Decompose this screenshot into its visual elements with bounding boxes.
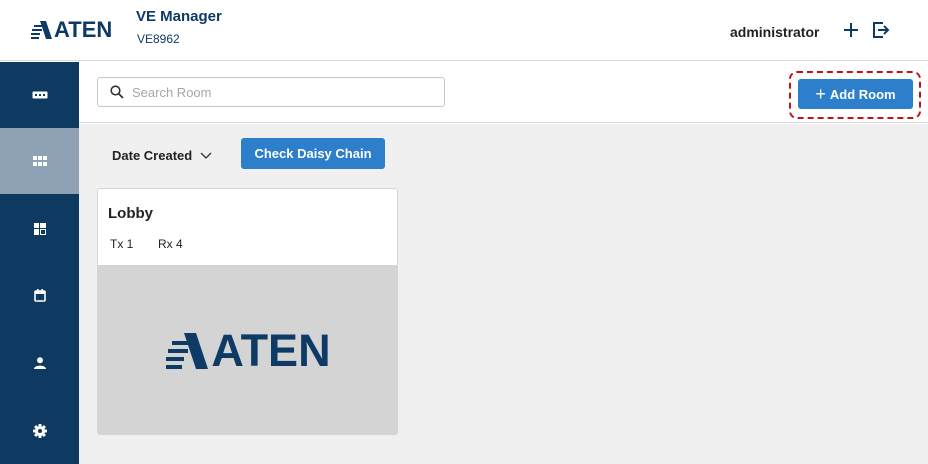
layout-icon (33, 223, 46, 235)
aten-logo: ATEN (31, 19, 112, 41)
check-daisy-chain-button[interactable]: Check Daisy Chain (241, 138, 385, 169)
aten-logo-mark-icon (31, 21, 52, 39)
room-name: Lobby (108, 205, 153, 222)
sidebar-item-devices[interactable] (0, 62, 79, 128)
brand-name: ATEN (54, 17, 113, 42)
room-thumbnail-logo: ATEN (166, 325, 331, 376)
device-icon (32, 91, 47, 99)
user-name[interactable]: administrator (730, 24, 819, 40)
add-plus-icon: + (815, 84, 826, 104)
add-room-button[interactable]: + Add Room (798, 79, 913, 109)
gear-icon (32, 424, 47, 438)
search-icon (110, 85, 124, 99)
room-rx-count: Rx 4 (158, 237, 183, 251)
sidebar-item-layouts[interactable] (0, 196, 79, 262)
plus-icon[interactable] (842, 21, 860, 39)
add-room-label: Add Room (829, 86, 896, 102)
search-input[interactable] (132, 80, 432, 104)
calendar-icon (33, 288, 46, 302)
search-box[interactable] (97, 77, 445, 107)
app-header: ATEN VE Manager VE8962 administrator (0, 0, 928, 61)
chevron-down-icon (200, 152, 212, 159)
user-icon (33, 357, 46, 369)
app-title: VE Manager (136, 8, 222, 25)
room-tx-count: Tx 1 (110, 237, 134, 251)
sidebar (0, 62, 79, 464)
sidebar-item-schedule[interactable] (0, 262, 79, 328)
room-list-area: Date Created Check Daisy Chain Lobby Tx … (79, 124, 928, 464)
sort-dropdown[interactable]: Date Created (112, 148, 212, 163)
sidebar-item-users[interactable] (0, 330, 79, 396)
room-thumbnail-brand: ATEN (211, 325, 331, 376)
sort-label: Date Created (112, 148, 193, 163)
room-card[interactable]: Lobby Tx 1 Rx 4 ATEN (97, 188, 398, 435)
sidebar-item-rooms[interactable] (0, 128, 79, 194)
grid-icon (32, 156, 47, 166)
logout-icon[interactable] (872, 21, 890, 39)
aten-logo-mark-icon (166, 332, 209, 369)
room-thumbnail: ATEN (98, 265, 397, 434)
device-model: VE8962 (137, 32, 180, 46)
sidebar-item-settings[interactable] (0, 398, 79, 464)
